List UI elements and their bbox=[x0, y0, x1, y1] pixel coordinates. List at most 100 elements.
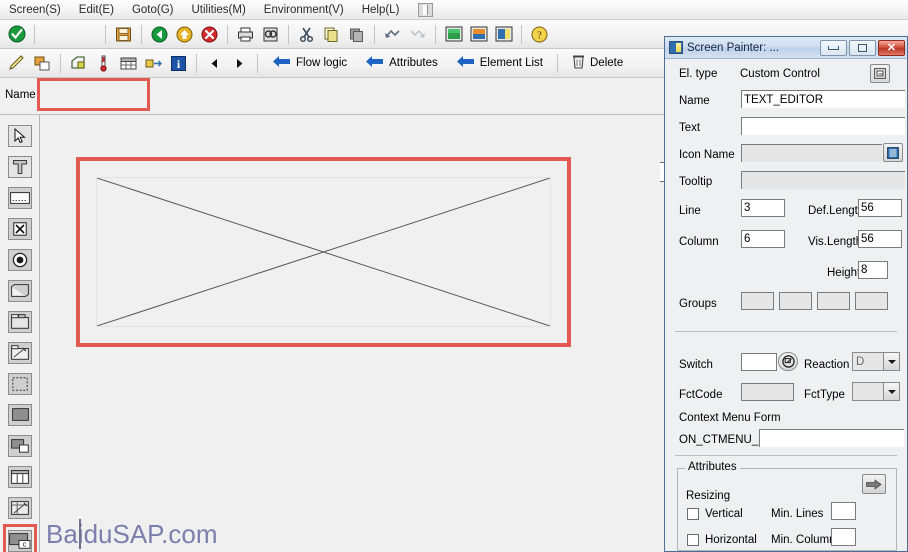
table-control-tool[interactable] bbox=[5, 462, 35, 491]
redo-icon[interactable] bbox=[406, 23, 429, 46]
custom-control-tool[interactable]: c bbox=[3, 524, 37, 552]
def-length-input[interactable] bbox=[858, 199, 902, 217]
save-icon[interactable] bbox=[112, 23, 135, 46]
screen-blue-icon[interactable] bbox=[492, 23, 515, 46]
info-icon[interactable]: i bbox=[167, 52, 190, 75]
min-lines-input[interactable] bbox=[831, 502, 856, 520]
window-layout-icon[interactable] bbox=[418, 2, 434, 17]
screen-orange-icon[interactable] bbox=[467, 23, 490, 46]
print-icon[interactable] bbox=[234, 23, 257, 46]
fctcode-input[interactable] bbox=[741, 383, 794, 401]
step-loop-tool[interactable] bbox=[5, 493, 35, 522]
dialog-name-input[interactable] bbox=[741, 90, 905, 108]
context-menu-prefix: ON_CTMENU_ bbox=[679, 434, 759, 446]
groups-input-2[interactable] bbox=[779, 292, 812, 310]
tabstrip-tool[interactable] bbox=[5, 307, 35, 336]
vis-length-input[interactable] bbox=[858, 230, 902, 248]
menu-screen[interactable]: Screen(S) bbox=[0, 2, 70, 18]
min-lines-label: Min. Lines bbox=[771, 508, 824, 520]
box-tool[interactable] bbox=[5, 369, 35, 398]
pointer-tool[interactable] bbox=[5, 121, 35, 150]
input-box-icon bbox=[8, 186, 32, 209]
help-icon[interactable]: ? bbox=[528, 23, 551, 46]
menu-environment[interactable]: Environment(V) bbox=[255, 2, 353, 18]
element-list-button[interactable]: Element List bbox=[449, 52, 550, 75]
custom-control-placeholder[interactable] bbox=[96, 177, 551, 327]
menu-edit[interactable]: Edit(E) bbox=[70, 2, 123, 18]
height-input[interactable] bbox=[858, 261, 888, 279]
screen-green-icon[interactable] bbox=[442, 23, 465, 46]
reaction-label: Reaction bbox=[804, 359, 850, 371]
menu-goto[interactable]: Goto(G) bbox=[123, 2, 183, 18]
toolbar-separator bbox=[141, 24, 142, 44]
find-icon[interactable] bbox=[259, 23, 282, 46]
attributes-button[interactable]: Attributes bbox=[358, 52, 445, 75]
copy-element-icon[interactable] bbox=[31, 52, 54, 75]
tooltip-input[interactable] bbox=[741, 171, 905, 189]
close-button[interactable]: ✕ bbox=[878, 39, 905, 56]
group-box-tool[interactable] bbox=[5, 431, 35, 460]
left-arrow-icon bbox=[365, 55, 384, 71]
flow-logic-button[interactable]: Flow logic bbox=[265, 52, 354, 75]
switch-picker-button[interactable] bbox=[778, 352, 798, 371]
attributes-expand-button[interactable] bbox=[862, 474, 886, 494]
menu-utilities[interactable]: Utilities(M) bbox=[182, 2, 254, 18]
screen-layout-canvas[interactable]: BaiduSAP.com bbox=[41, 115, 660, 552]
resize-icon[interactable] bbox=[142, 52, 165, 75]
groups-input-1[interactable] bbox=[741, 292, 774, 310]
list-icon bbox=[887, 146, 899, 159]
cut-icon[interactable] bbox=[295, 23, 318, 46]
status-box-icon bbox=[8, 403, 32, 426]
copy-icon[interactable] bbox=[320, 23, 343, 46]
column-input[interactable] bbox=[741, 230, 785, 248]
back-icon[interactable] bbox=[148, 23, 171, 46]
el-type-picker-button[interactable] bbox=[870, 64, 890, 83]
dialog-text-input[interactable] bbox=[741, 117, 905, 135]
status-icon-tool[interactable] bbox=[5, 400, 35, 429]
watermark-cursor bbox=[79, 519, 81, 549]
text-label: Text bbox=[679, 122, 701, 134]
switch-input[interactable] bbox=[741, 353, 777, 371]
cancel-icon[interactable] bbox=[198, 23, 221, 46]
pushbutton-tool[interactable] bbox=[5, 276, 35, 305]
context-menu-input[interactable] bbox=[759, 429, 904, 447]
radio-button-tool[interactable] bbox=[5, 245, 35, 274]
exit-icon[interactable] bbox=[173, 23, 196, 46]
text-field-tool[interactable] bbox=[5, 152, 35, 181]
name-highlight-box bbox=[37, 78, 150, 111]
watermark-text: BaiduSAP.com bbox=[46, 519, 218, 549]
chevron-down-icon[interactable] bbox=[883, 383, 899, 400]
table-control-icon[interactable] bbox=[117, 52, 140, 75]
input-field-tool[interactable] bbox=[5, 183, 35, 212]
menu-help[interactable]: Help(L) bbox=[353, 2, 409, 18]
horizontal-checkbox[interactable] bbox=[687, 534, 699, 546]
prev-arrow-icon[interactable] bbox=[203, 52, 226, 75]
vertical-checkbox[interactable] bbox=[687, 508, 699, 520]
toolbar-separator bbox=[374, 24, 375, 44]
groups-input-3[interactable] bbox=[817, 292, 850, 310]
enter-check-icon[interactable] bbox=[5, 23, 28, 46]
group-icon[interactable] bbox=[67, 52, 90, 75]
maximize-button[interactable] bbox=[849, 39, 876, 56]
checkbox-tool[interactable] bbox=[5, 214, 35, 243]
radio-dot-icon bbox=[8, 248, 32, 271]
minimize-button[interactable] bbox=[820, 39, 847, 56]
delete-button[interactable]: Delete bbox=[565, 52, 630, 75]
tooltip-label: Tooltip bbox=[679, 176, 713, 188]
subscreen-tool[interactable] bbox=[5, 338, 35, 367]
line-input[interactable] bbox=[741, 199, 785, 217]
reaction-select[interactable]: D bbox=[852, 352, 900, 371]
min-columns-input[interactable] bbox=[831, 528, 856, 546]
next-arrow-icon[interactable] bbox=[228, 52, 251, 75]
undo-icon[interactable] bbox=[381, 23, 404, 46]
chevron-down-icon[interactable] bbox=[883, 353, 899, 370]
dialog-title: Screen Painter: ... bbox=[687, 41, 780, 54]
pencil-edit-icon[interactable] bbox=[6, 52, 29, 75]
dialog-titlebar[interactable]: Screen Painter: ... ✕ bbox=[665, 37, 907, 59]
icon-name-input[interactable] bbox=[741, 144, 882, 162]
paste-icon[interactable] bbox=[345, 23, 368, 46]
thermometer-icon[interactable] bbox=[92, 52, 115, 75]
fcttype-select[interactable] bbox=[852, 382, 900, 401]
icon-name-picker-button[interactable] bbox=[883, 143, 903, 162]
groups-input-4[interactable] bbox=[855, 292, 888, 310]
